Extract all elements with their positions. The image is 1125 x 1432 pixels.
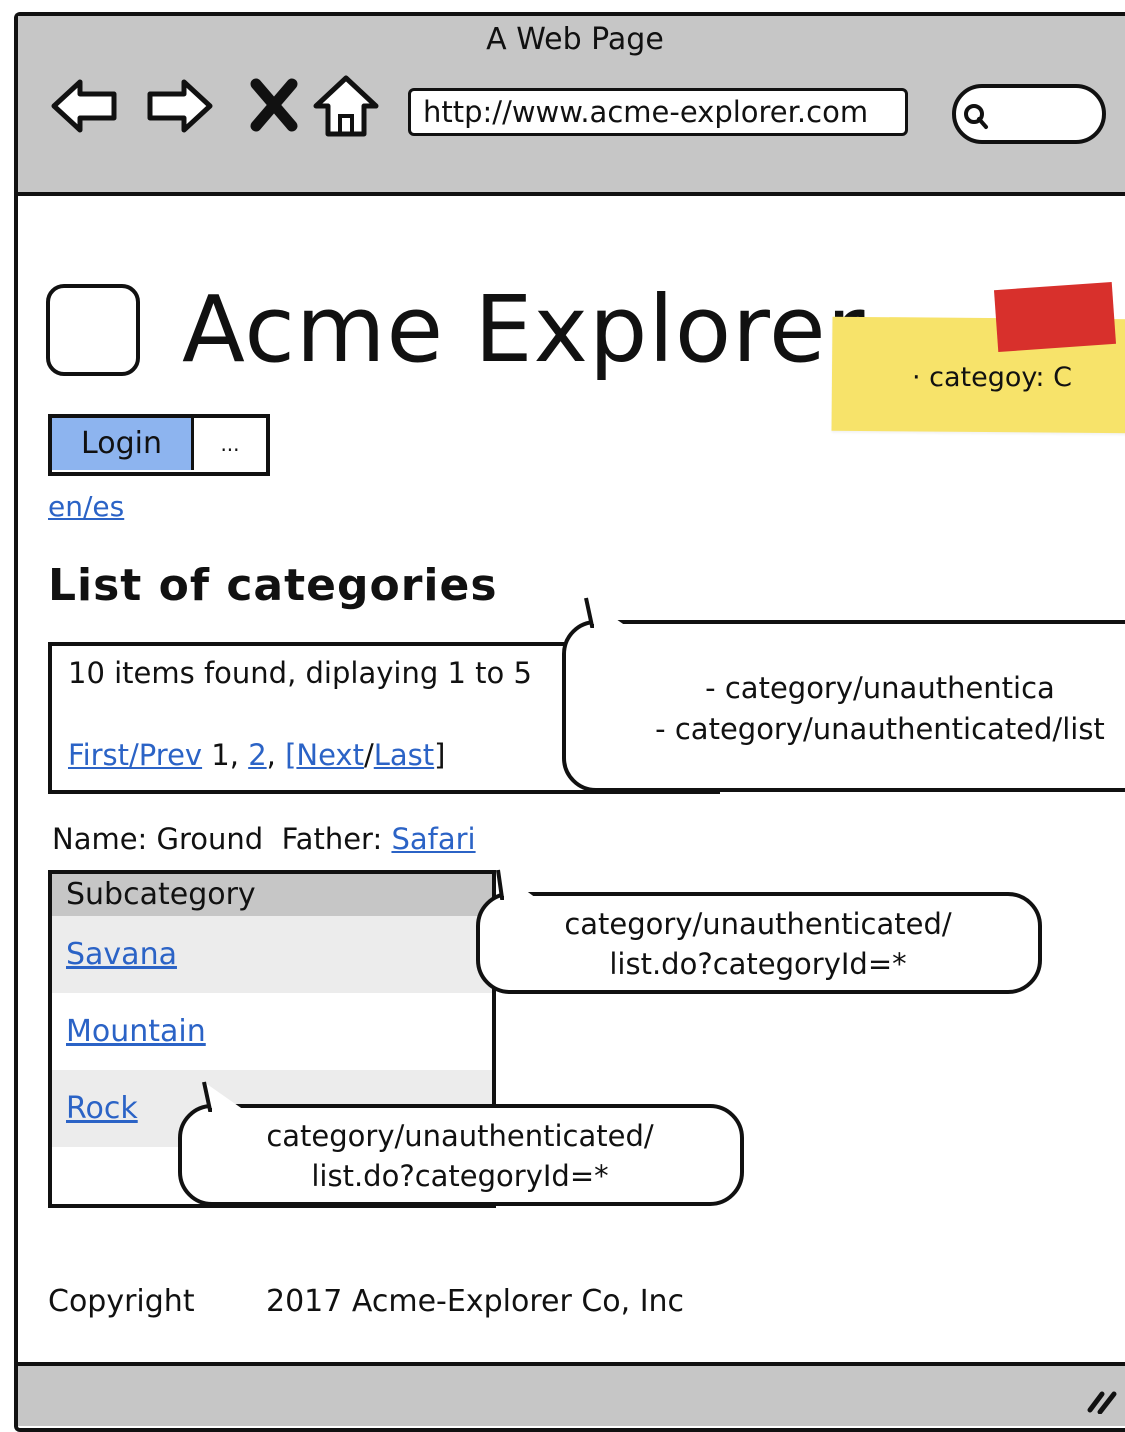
stop-x-icon[interactable]: [240, 70, 312, 142]
callout-line: category/unauthenticated/: [266, 1119, 654, 1153]
category-detail: Name: Ground Father: Safari: [52, 822, 476, 856]
sticky-note-tape: [993, 281, 1117, 353]
page-heading: List of categories: [48, 560, 498, 611]
copyright-text: 2017 Acme-Explorer Co, Inc: [266, 1284, 685, 1319]
window-title: A Web Page: [486, 22, 664, 57]
last-link[interactable]: Last: [374, 738, 434, 772]
callout-line: category/unauthenticated/: [564, 907, 952, 941]
first-prev-link[interactable]: First/Prev: [68, 738, 202, 772]
name-value: Ground: [156, 822, 264, 856]
father-label: Father:: [281, 822, 383, 856]
current-page: 1: [211, 738, 230, 772]
site-logo-placeholder: [46, 284, 140, 376]
pager-separator: ,: [229, 738, 249, 772]
table-header: Subcategory: [52, 874, 492, 916]
next-link[interactable]: Next: [296, 738, 364, 772]
copyright-label: Copyright: [48, 1284, 195, 1319]
language-switch-link[interactable]: en/es: [48, 490, 124, 523]
callout-tail: [584, 597, 634, 634]
bracket-close: ]: [434, 738, 446, 772]
pager-slash: /: [363, 738, 374, 772]
forward-arrow-icon[interactable]: [144, 70, 216, 142]
father-link[interactable]: Safari: [391, 822, 475, 856]
address-bar[interactable]: http://www.acme-explorer.com: [408, 88, 908, 136]
callout-line: list.do?categoryId=*: [311, 1159, 609, 1193]
home-icon[interactable]: [310, 70, 382, 142]
browser-status-bar: [18, 1362, 1125, 1426]
login-more-button[interactable]: ...: [196, 418, 264, 470]
callout-tail: [496, 869, 544, 906]
subcategory-link-mountain[interactable]: Mountain: [66, 1014, 206, 1049]
subcategory-link-savana[interactable]: Savana: [66, 937, 177, 972]
back-arrow-icon[interactable]: [48, 70, 120, 142]
name-label: Name:: [52, 822, 148, 856]
login-button[interactable]: Login: [52, 418, 194, 470]
page-2-link[interactable]: 2: [248, 738, 266, 772]
pager-separator: ,: [266, 738, 286, 772]
items-found-text: 10 items found, diplaying 1 to 5: [68, 656, 532, 690]
table-row: Savana: [52, 916, 492, 993]
browser-search-field[interactable]: [952, 84, 1106, 144]
annotation-callout-rock-text: category/unauthenticated/ list.do?catego…: [182, 1116, 738, 1196]
annotation-callout-subcategory-text: category/unauthenticated/ list.do?catego…: [480, 904, 1036, 984]
resize-grip-icon[interactable]: [1086, 1384, 1120, 1414]
callout-tail: [202, 1081, 252, 1118]
subcategory-link-rock[interactable]: Rock: [66, 1091, 138, 1126]
table-row: Mountain: [52, 993, 492, 1070]
callout-line: - category/unauthenticated/list: [655, 712, 1105, 746]
bracket-open: [: [285, 738, 297, 772]
callout-line: - category/unauthentica: [705, 671, 1055, 705]
sticky-note-text: · categoy: C: [912, 362, 1072, 393]
site-title: Acme Explorer: [182, 276, 866, 383]
annotation-callout-pager-text: - category/unauthentica - category/unaut…: [600, 668, 1125, 750]
pagination-links: First/Prev 1, 2, [Next/Last]: [68, 738, 446, 772]
search-icon: [964, 104, 988, 129]
callout-line: list.do?categoryId=*: [609, 947, 907, 981]
